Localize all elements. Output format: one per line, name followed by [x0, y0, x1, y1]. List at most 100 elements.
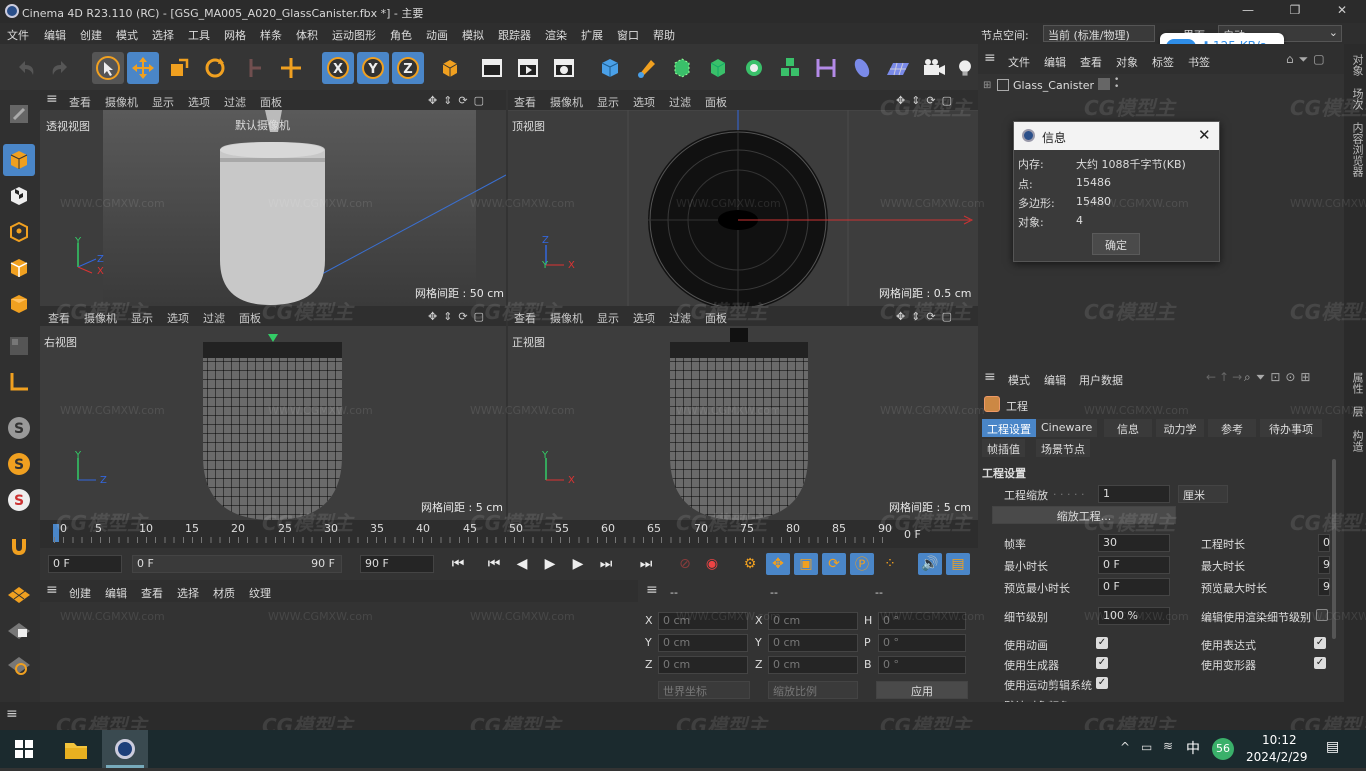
menu-mesh[interactable]: 网格: [224, 27, 246, 43]
right-tab-structure[interactable]: 构造: [1349, 430, 1365, 452]
frame-range-slider[interactable]: 0 F 90 F: [132, 555, 342, 573]
lock-z-button[interactable]: Z: [392, 52, 424, 84]
menu-animate[interactable]: 动画: [426, 27, 448, 43]
menu-tracker[interactable]: 跟踪器: [498, 27, 531, 43]
use-motion-system-checkbox[interactable]: ✓: [1096, 677, 1108, 689]
minimize-button[interactable]: —: [1238, 3, 1258, 19]
rotation-b-field[interactable]: 0 °: [878, 656, 966, 674]
dialog-close-icon[interactable]: ✕: [1198, 126, 1211, 144]
menu-edit[interactable]: 编辑: [44, 27, 66, 43]
live-select-button[interactable]: [92, 52, 124, 84]
obj-menu-view[interactable]: 查看: [1080, 54, 1102, 70]
lock-plane-button[interactable]: [3, 612, 35, 644]
nav-arrows[interactable]: ←↑→: [1206, 370, 1245, 384]
axis-tool-button[interactable]: [275, 52, 307, 84]
hamburger-icon[interactable]: ≡: [984, 369, 996, 385]
points-mode-button[interactable]: [3, 216, 35, 248]
vp2-menu-view[interactable]: 查看: [514, 94, 536, 110]
attr-tools-icons[interactable]: ⌕⏷⊡⊙⊞: [1244, 370, 1315, 385]
chevron-up-icon[interactable]: ^: [1120, 740, 1130, 754]
notification-badge-icon[interactable]: 56: [1212, 738, 1234, 760]
tab-frame-interpolation[interactable]: 帧插值: [982, 439, 1025, 457]
render-settings-button[interactable]: [548, 52, 580, 84]
vp1-menu-camera[interactable]: 摄像机: [105, 94, 138, 110]
obj-menu-edit[interactable]: 编辑: [1044, 54, 1066, 70]
position-y-field[interactable]: 0 cm: [658, 634, 748, 652]
menu-character[interactable]: 角色: [390, 27, 412, 43]
tab-project-settings[interactable]: 工程设置: [982, 419, 1036, 437]
scale-mode-dropdown[interactable]: 缩放比例: [768, 681, 858, 699]
current-frame-field[interactable]: 0 F: [48, 555, 122, 573]
plane-rotate-button[interactable]: [3, 648, 35, 680]
mat-menu-material[interactable]: 材质: [213, 585, 235, 601]
snap-settings-button[interactable]: S: [3, 484, 35, 516]
tree-expand-icon[interactable]: ⊞: [983, 80, 991, 91]
uv-mode-button[interactable]: [3, 330, 35, 362]
extrude-button[interactable]: [702, 52, 734, 84]
autokey-button[interactable]: ◉: [700, 553, 724, 575]
editor-render-dots[interactable]: • •: [1114, 76, 1119, 92]
menu-tools[interactable]: 工具: [188, 27, 210, 43]
recent-tool-button[interactable]: [240, 52, 272, 84]
menu-render[interactable]: 渲染: [545, 27, 567, 43]
menu-extensions[interactable]: 扩展: [581, 27, 603, 43]
edges-mode-button[interactable]: [3, 252, 35, 284]
play-button[interactable]: ▶: [538, 553, 562, 575]
snap-button[interactable]: S: [3, 412, 35, 444]
action-center-icon[interactable]: ▤: [1326, 739, 1339, 755]
hamburger-icon[interactable]: ≡: [6, 706, 18, 722]
previous-frame-button[interactable]: ◀: [510, 553, 534, 575]
apply-button[interactable]: 应用: [876, 681, 968, 699]
vp4-menu-options[interactable]: 选项: [633, 310, 655, 326]
vp2-menu-panel[interactable]: 面板: [705, 94, 727, 110]
pen-button[interactable]: [630, 52, 662, 84]
attr-menu-mode[interactable]: 模式: [1008, 372, 1030, 388]
tab-scene-nodes[interactable]: 场景节点: [1036, 439, 1090, 457]
tab-todo[interactable]: 待办事项: [1260, 419, 1322, 437]
menu-mograph[interactable]: 运动图形: [332, 27, 376, 43]
keyframe-selection-button[interactable]: ⚙: [738, 553, 762, 575]
cube-button[interactable]: [594, 52, 626, 84]
min-time-field[interactable]: 0 F: [1098, 556, 1170, 574]
taskbar-file-explorer[interactable]: [56, 732, 96, 768]
vp1-menu-panel[interactable]: 面板: [260, 94, 282, 110]
preview-min-field[interactable]: 0 F: [1098, 578, 1170, 596]
lock-x-button[interactable]: X: [322, 52, 354, 84]
subdivision-button[interactable]: [666, 52, 698, 84]
key-position-button[interactable]: ✥: [766, 553, 790, 575]
use-generators-checkbox[interactable]: ✓: [1096, 657, 1108, 669]
magnet-button[interactable]: [3, 530, 35, 562]
hamburger-icon[interactable]: ≡: [46, 582, 58, 598]
attr-menu-edit[interactable]: 编辑: [1044, 372, 1066, 388]
world-coordinates-dropdown[interactable]: 世界坐标: [658, 681, 750, 699]
taskbar-cinema4d[interactable]: [102, 730, 148, 768]
cloner-button[interactable]: [738, 52, 770, 84]
project-scale-unit-dropdown[interactable]: 厘米: [1178, 485, 1228, 503]
menu-create[interactable]: 创建: [80, 27, 102, 43]
key-scale-button[interactable]: ▣: [794, 553, 818, 575]
rotation-p-field[interactable]: 0 °: [878, 634, 966, 652]
right-tab-objects[interactable]: 对象: [1349, 54, 1365, 76]
vp1-menu-view[interactable]: 查看: [69, 94, 91, 110]
close-button[interactable]: ✕: [1332, 3, 1352, 19]
use-deformers-checkbox[interactable]: ✓: [1314, 657, 1326, 669]
maximize-button[interactable]: ❐: [1285, 3, 1305, 19]
floor-button[interactable]: [882, 52, 914, 84]
menu-mode[interactable]: 模式: [116, 27, 138, 43]
render-view-button[interactable]: [476, 52, 508, 84]
vp2-menu-options[interactable]: 选项: [633, 94, 655, 110]
network-icon[interactable]: ▭: [1141, 740, 1152, 754]
use-animation-checkbox[interactable]: ✓: [1096, 637, 1108, 649]
tab-reference[interactable]: 参考: [1208, 419, 1256, 437]
right-tab-attributes[interactable]: 属性: [1349, 372, 1365, 394]
rotate-tool-button[interactable]: [199, 52, 231, 84]
menu-help[interactable]: 帮助: [653, 27, 675, 43]
menu-volume[interactable]: 体积: [296, 27, 318, 43]
right-tab-content-browser[interactable]: 内容浏览器: [1349, 122, 1365, 177]
grid-plane-button[interactable]: [3, 576, 35, 608]
model-mode-button[interactable]: [3, 144, 35, 176]
key-pla-button[interactable]: ⁘: [878, 553, 902, 575]
wifi-icon[interactable]: ≋: [1163, 739, 1173, 753]
max-frame-field[interactable]: 90 F: [360, 555, 434, 573]
go-to-start-button[interactable]: ⏮: [446, 553, 470, 575]
